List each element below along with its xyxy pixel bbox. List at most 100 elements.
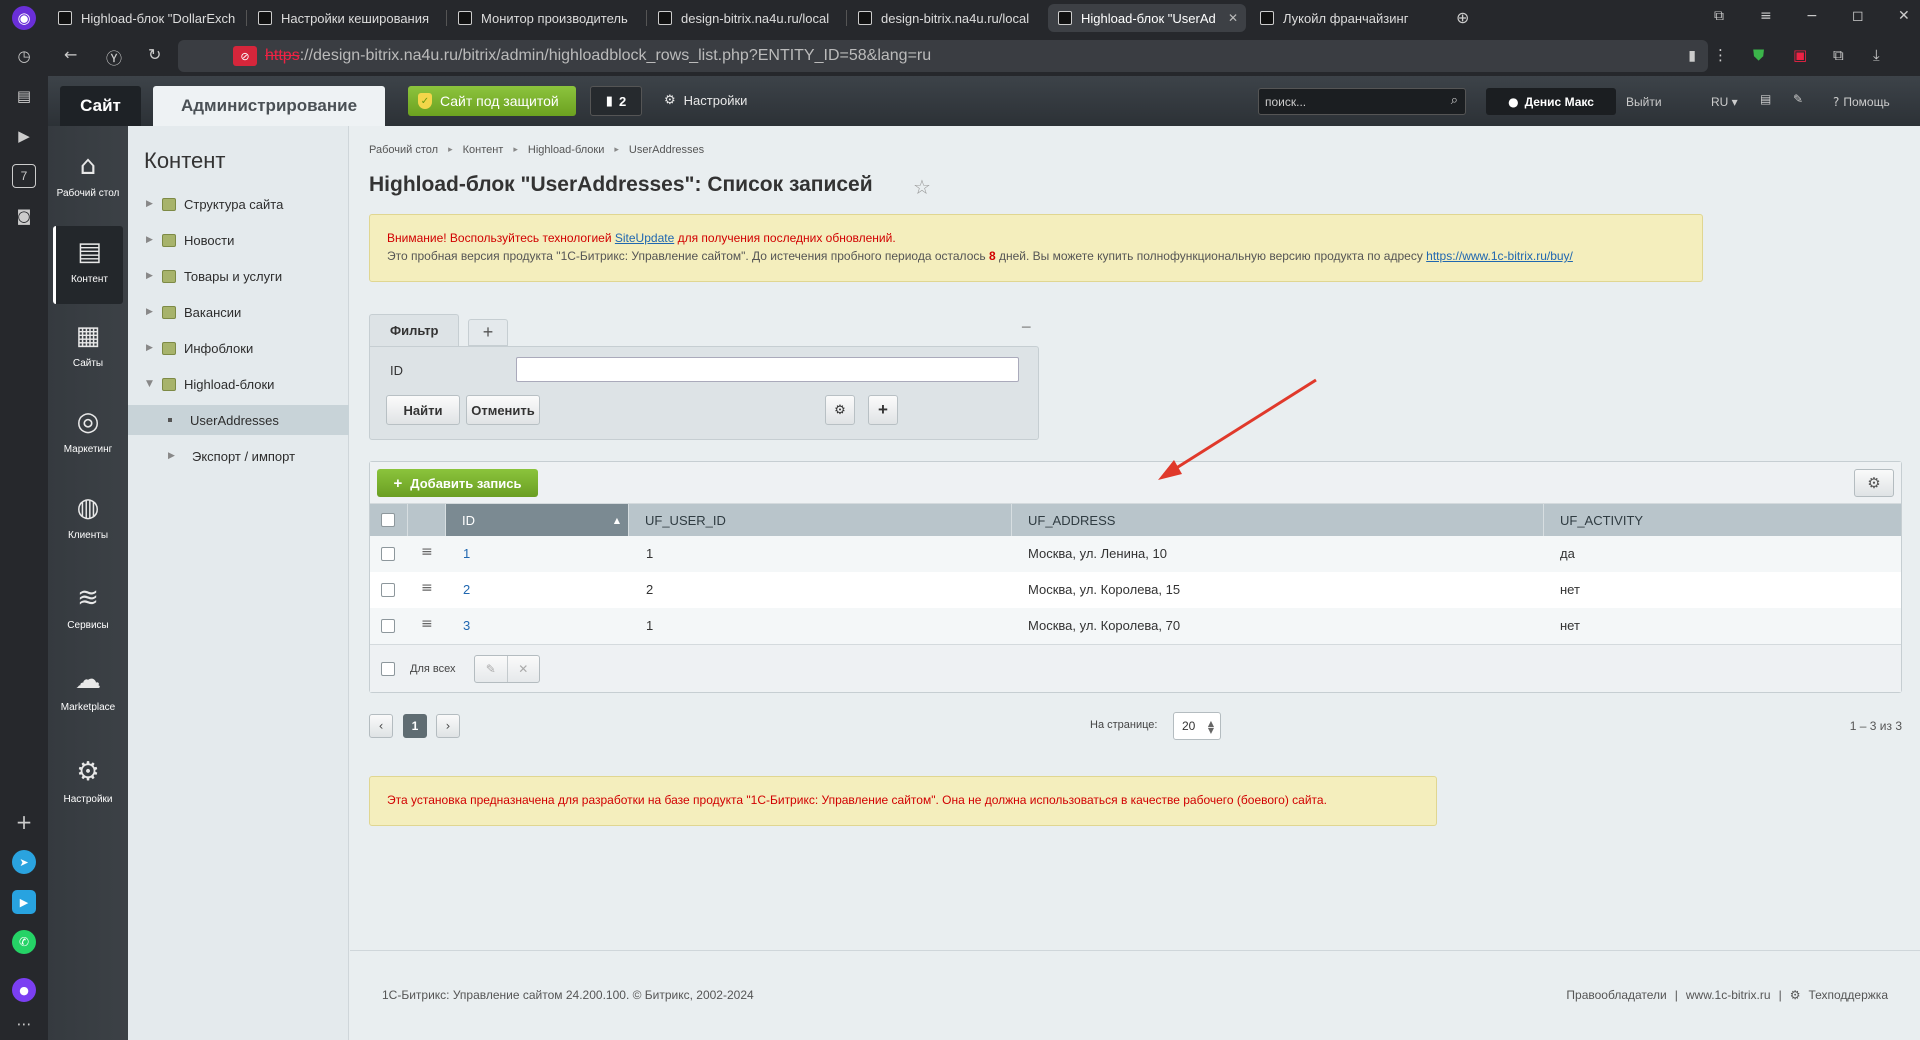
menu-sites[interactable]: ▦ Сайты [53,310,123,388]
menu-item-vacancies[interactable]: ▶ Вакансии [128,297,349,327]
alice-bottom-icon[interactable]: ● [12,978,36,1002]
filter-settings-button[interactable]: ⚙ [825,395,855,425]
menu-desktop[interactable]: ⌂ Рабочий стол [53,140,123,218]
collapse-filter-button[interactable]: − [1021,317,1032,338]
row-id-link[interactable]: 3 [463,618,470,633]
row-id-link[interactable]: 1 [463,546,470,561]
menu-marketing[interactable]: ◎ Маркетинг [53,396,123,474]
menu-settings[interactable]: ⚙ Настройки [53,746,123,824]
menu-item-export-import[interactable]: ▶ Экспорт / импорт [128,441,349,471]
search-icon[interactable]: ⌕ [1451,93,1458,108]
tab-local-2[interactable]: design-bitrix.na4u.ru/local [848,4,1042,32]
table-row[interactable]: ≡ 3 1 Москва, ул. Королева, 70 нет [370,608,1901,644]
filter-tab[interactable]: Фильтр [369,314,459,346]
back-icon[interactable]: ← [64,45,77,64]
row-checkbox[interactable] [381,619,395,633]
expand-icon[interactable]: ▶ [146,343,156,353]
minimize-icon[interactable]: − [1806,8,1818,24]
language-select[interactable]: RU ▾ [1711,95,1738,109]
column-user-id[interactable]: UF_USER_ID [629,504,1012,536]
breadcrumb-useraddresses[interactable]: UserAddresses [629,144,704,156]
find-button[interactable]: Найти [386,395,460,425]
menu-item-useraddresses[interactable]: UserAddresses [128,405,349,435]
column-activity[interactable]: UF_ACTIVITY [1544,504,1901,536]
menu-item-news[interactable]: ▶ Новости [128,225,349,255]
logout-link[interactable]: Выйти [1626,95,1662,109]
tab-useraddresses[interactable]: Highload-блок "UserAd ✕ [1048,4,1246,32]
table-row[interactable]: ≡ 1 1 Москва, ул. Ленина, 10 да [370,536,1901,572]
new-tab-icon[interactable]: ⊕ [1456,8,1469,27]
yandex-icon[interactable]: Ⓨ [106,45,122,69]
bookmark-icon[interactable]: ▮ [1688,48,1696,64]
alice-icon[interactable]: ◉ [12,6,36,30]
history-icon[interactable]: ◷ [12,44,36,68]
breadcrumb-highload[interactable]: Highload-блоки [528,144,605,156]
cancel-button[interactable]: Отменить [466,395,540,425]
row-checkbox[interactable] [381,583,395,597]
menu-item-infoblocks[interactable]: ▶ Инфоблоки [128,333,349,363]
add-record-button[interactable]: + Добавить запись [377,469,538,497]
row-checkbox[interactable] [381,547,395,561]
menu-content[interactable]: ▤ Контент [53,226,123,304]
menu-clients[interactable]: ◍ Клиенты [53,482,123,560]
breadcrumb-desktop[interactable]: Рабочий стол [369,144,438,156]
video-icon[interactable]: ▶ [12,124,36,148]
row-id-link[interactable]: 2 [463,582,470,597]
admin-tab[interactable]: Администрирование [153,86,385,126]
panel-icon[interactable]: ▤ [1760,92,1771,106]
help-link[interactable]: ? Помощь [1833,95,1890,109]
menu-item-structure[interactable]: ▶ Структура сайта [128,189,349,219]
shield-extension-icon[interactable]: ⛊ [1753,46,1764,64]
search-input[interactable]: поиск... ⌕ [1258,88,1466,115]
expand-icon[interactable]: ▶ [146,235,156,245]
bookmarks-icon[interactable]: ⧉ [1714,8,1724,24]
support-link[interactable]: Техподдержка [1808,988,1888,1002]
expand-icon[interactable]: ▶ [168,451,178,461]
menu-marketplace[interactable]: ☁ Marketplace [53,654,123,732]
pin-icon[interactable]: ✎ [1793,92,1803,106]
menu-item-goods[interactable]: ▶ Товары и услуги [128,261,349,291]
menu-item-highload[interactable]: ▼ Highload-блоки [128,369,349,399]
screenshot-icon[interactable]: ◙ [12,204,36,228]
add-icon[interactable]: + [12,810,36,834]
tab-dollarexch[interactable]: Highload-блок "DollarExch [48,4,242,32]
row-menu-icon[interactable]: ≡ [421,580,433,596]
row-menu-icon[interactable]: ≡ [421,616,433,632]
collections-icon[interactable]: ▤ [12,84,36,108]
close-window-icon[interactable]: ✕ [1898,8,1910,24]
calendar-badge[interactable]: 7 [12,164,36,188]
tab-performance[interactable]: Монитор производитель [448,4,642,32]
user-button[interactable]: ● Денис Макс [1486,88,1616,115]
row-menu-icon[interactable]: ≡ [421,544,433,560]
whatsapp-icon[interactable]: ✆ [12,930,36,954]
for-all-checkbox[interactable] [381,662,395,676]
filter-id-input[interactable] [516,357,1019,382]
settings-link[interactable]: ⚙ Настройки [664,93,747,108]
messenger-icon[interactable]: ▶ [12,890,36,914]
bitrix-site-link[interactable]: www.1c-bitrix.ru [1686,988,1771,1002]
more-vertical-icon[interactable]: ⋮ [1713,46,1728,64]
more-icon[interactable]: ⋯ [12,1012,36,1036]
telegram-icon[interactable]: ➤ [12,850,36,874]
delete-icon[interactable]: ✕ [508,656,540,682]
prev-page-button[interactable]: ‹ [369,714,393,738]
buy-link[interactable]: https://www.1c-bitrix.ru/buy/ [1426,249,1573,263]
add-filter-tab-button[interactable]: + [468,319,508,346]
column-address[interactable]: UF_ADDRESS [1012,504,1544,536]
breadcrumb-content[interactable]: Контент [463,144,504,156]
select-all-checkbox[interactable] [381,513,395,527]
maximize-icon[interactable]: ◻ [1852,8,1864,24]
insecure-lock-icon[interactable]: ⊘ [233,46,257,66]
table-row[interactable]: ≡ 2 2 Москва, ул. Королева, 15 нет [370,572,1901,608]
rights-link[interactable]: Правообладатели [1566,988,1666,1002]
page-current[interactable]: 1 [403,714,427,738]
next-page-button[interactable]: › [436,714,460,738]
per-page-select[interactable]: 20 ▲ ▼ [1173,712,1221,740]
menu-services[interactable]: ≋ Сервисы [53,572,123,650]
url-field[interactable]: ⊘ https://design-bitrix.na4u.ru/bitrix/a… [178,40,1708,72]
filter-add-field-button[interactable]: + [868,395,898,425]
expand-icon[interactable]: ▶ [146,271,156,281]
reload-icon[interactable]: ↻ [148,45,161,64]
tab-cache-settings[interactable]: Настройки кеширования [248,4,442,32]
site-tab[interactable]: Сайт [60,86,141,126]
